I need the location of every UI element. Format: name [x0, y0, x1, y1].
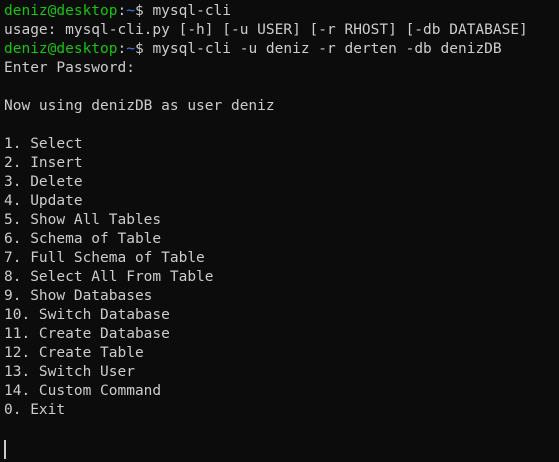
menu-item-show-databases: 9. Show Databases — [4, 288, 153, 304]
menu-item-exit: 0. Exit — [4, 402, 66, 418]
prompt-line-1: deniz@desktop:~$ mysql-cli — [4, 2, 559, 21]
menu-item-custom-command: 14. Custom Command — [4, 383, 162, 399]
menu-item-select-all-from-table: 8. Select All From Table — [4, 269, 214, 285]
menu-item-show-all-tables: 5. Show All Tables — [4, 212, 162, 228]
prompt-colon: : — [117, 3, 127, 19]
menu-item-update: 4. Update — [4, 193, 83, 209]
prompt-user-host: deniz@desktop — [4, 3, 118, 19]
usage-line: usage: mysql-cli.py [-h] [-u USER] [-r R… — [4, 22, 528, 38]
text-cursor[interactable] — [4, 440, 6, 459]
status-line: Now using denizDB as user deniz — [4, 98, 275, 114]
prompt-path: ~ — [126, 3, 135, 19]
menu-item-delete: 3. Delete — [4, 174, 83, 190]
prompt-path: ~ — [126, 41, 135, 57]
terminal-window[interactable]: deniz@desktop:~$ mysql-cli usage: mysql-… — [0, 0, 559, 462]
menu-item-switch-database: 10. Switch Database — [4, 307, 170, 323]
menu-item-create-database: 11. Create Database — [4, 326, 170, 342]
menu-item-create-table: 12. Create Table — [4, 345, 144, 361]
password-prompt: Enter Password: — [4, 60, 135, 76]
prompt-user-host: deniz@desktop — [4, 41, 118, 57]
menu-item-switch-user: 13. Switch User — [4, 364, 135, 380]
menu-item-schema-of-table: 6. Schema of Table — [4, 231, 162, 247]
prompt-symbol: $ — [134, 41, 153, 57]
prompt-colon: : — [117, 41, 127, 57]
menu-item-full-schema-of-table: 7. Full Schema of Table — [4, 250, 205, 266]
command-text: mysql-cli -u deniz -r derten -db denizDB — [152, 41, 502, 57]
command-text: mysql-cli — [152, 3, 232, 19]
menu-item-select: 1. Select — [4, 136, 83, 152]
menu-item-insert: 2. Insert — [4, 155, 83, 171]
prompt-symbol: $ — [134, 3, 153, 19]
prompt-line-2: deniz@desktop:~$ mysql-cli -u deniz -r d… — [4, 40, 559, 59]
